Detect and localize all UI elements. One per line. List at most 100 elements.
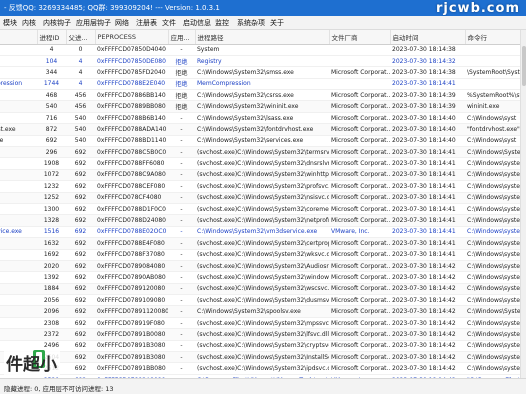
table-row[interactable]: exe20966920xFFFFCD07891120080-C:\Windows… bbox=[0, 305, 526, 318]
cell-vendor: Microsoft Corporat... bbox=[329, 180, 390, 193]
column-header-name[interactable] bbox=[0, 30, 38, 45]
column-header-start-time[interactable]: 启动时间 bbox=[390, 30, 466, 45]
cell-access: - bbox=[168, 237, 195, 250]
cell-access: 拒绝 bbox=[168, 78, 195, 91]
menu-item-monitor[interactable]: 监控 bbox=[215, 18, 229, 28]
table-row[interactable]: t.exe19086920xFFFFCD0788FF6080-(svchost.… bbox=[0, 157, 526, 170]
cell-pid: 468 bbox=[37, 89, 66, 102]
table-row[interactable]: dservice.exe15166920xFFFFCD0788E02OC0-C:… bbox=[0, 226, 526, 239]
cell-eprocess: 0xFFFFCD0788D24080 bbox=[95, 214, 168, 227]
cell-eprocess: 0xFFFFCD078CF4080 bbox=[95, 192, 168, 204]
table-row[interactable]: exe7165400xFFFFCD0788B6B140-C:\Windows\S… bbox=[0, 112, 526, 125]
cell-name: stry bbox=[0, 55, 37, 68]
table-row[interactable]: t.exe23086920xFFFFCD078919F080-(svchost.… bbox=[0, 317, 526, 330]
cell-vendor bbox=[329, 55, 390, 68]
menu-item-about[interactable]: 关于 bbox=[270, 18, 284, 28]
cell-vendor: Microsoft Corporat... bbox=[329, 237, 390, 250]
cell-eprocess: 0xFFFFCD0788F37080 bbox=[95, 249, 168, 261]
table-row[interactable]: t.exe13286920xFFFFCD0788D24080-(svchost.… bbox=[0, 214, 526, 227]
table-row[interactable]: t.exe16326920xFFFFCD0788E4F080-(svchost.… bbox=[0, 237, 526, 250]
column-header-vendor[interactable]: 文件厂商 bbox=[329, 30, 391, 45]
cell-pid: 2056 bbox=[37, 294, 66, 307]
table-row[interactable]: t.exe20566920xFFFFCD0789109080-(svchost.… bbox=[0, 294, 526, 307]
cell-ppid: 692 bbox=[66, 226, 95, 239]
table-row[interactable]: t.exe25126920xFFFFCD07891BB080-(svchost.… bbox=[0, 362, 526, 375]
cell-eprocess: 0xFFFFCD078919F080 bbox=[95, 317, 168, 330]
table-row[interactable]: t.exe12526920xFFFFCD078CF4080-(svchost.e… bbox=[0, 192, 526, 204]
cell-ppid: 692 bbox=[66, 351, 95, 364]
table-row[interactable]: t.exe13926920xFFFFCD07890AB080-(svchost.… bbox=[0, 271, 526, 284]
menu-item-file[interactable]: 文件 bbox=[162, 18, 176, 28]
cell-time: 2023-07-30 18:14:42 bbox=[390, 340, 465, 353]
table-row[interactable]: t.exe23726920xFFFFCD07891B0080-(svchost.… bbox=[0, 328, 526, 341]
cell-eprocess: 0xFFFFCD0788BD1140 bbox=[95, 135, 168, 148]
table-row[interactable]: 4 0 0xFFFFCD07850D4040- System 2023-07-30 18… bbox=[0, 44, 526, 56]
column-header-access[interactable]: 应用... bbox=[168, 30, 196, 45]
menu-item-registry[interactable]: 注册表 bbox=[136, 18, 157, 28]
menu-item-modules[interactable]: 模块 bbox=[3, 18, 17, 28]
cell-ppid: 456 bbox=[66, 89, 95, 102]
table-row[interactable]: t.exe18846920xFFFFCD0789120080-(svchost.… bbox=[0, 283, 526, 296]
column-header-pid[interactable]: 进程ID bbox=[37, 30, 67, 45]
cell-name: t.exe bbox=[0, 192, 37, 204]
table-row[interactable]: compression174440xFFFFCD0788E2E040拒绝MemC… bbox=[0, 78, 526, 91]
cell-name: t.exe bbox=[0, 317, 37, 330]
cell-vendor: Microsoft Corporat... bbox=[329, 146, 390, 159]
menu-item-startup[interactable]: 启动信息 bbox=[183, 18, 211, 28]
cell-pid: 1516 bbox=[37, 226, 66, 239]
table-row[interactable]: stry10440xFFFFCD07850DE080拒绝Registry 2023… bbox=[0, 55, 526, 68]
cell-time: 2023-07-30 18:14:42 bbox=[390, 362, 465, 375]
column-header-cmdline[interactable]: 命令行 bbox=[465, 30, 526, 45]
cell-name: rvhost.exe bbox=[0, 123, 37, 136]
column-header-ppid[interactable]: 父进... bbox=[66, 30, 96, 45]
table-row[interactable]: t.exe25046920xFFFFCD07891B3080-(svchost.… bbox=[0, 351, 526, 364]
menu-item-kernel[interactable]: 内核 bbox=[22, 18, 36, 28]
cell-cmd: C:\Windows\syste bbox=[465, 362, 526, 375]
table-row[interactable]: t.exe10726920xFFFFCD0788C9A080-(svchost.… bbox=[0, 169, 526, 182]
cell-eprocess: 0xFFFFCD07850D4040 bbox=[95, 44, 168, 56]
cell-pid: 104 bbox=[37, 55, 66, 68]
cell-cmd bbox=[465, 44, 526, 56]
table-row[interactable]: t.exe2966920xFFFFCD0788C5B0C0-(svchost.e… bbox=[0, 146, 526, 159]
cell-time: 2023-07-30 18:14:40 bbox=[390, 123, 465, 136]
cell-vendor: Microsoft Corporat... bbox=[329, 271, 390, 284]
table-row[interactable]: s.exe4684560xFFFFCD07886BB140拒绝C:\Window… bbox=[0, 89, 526, 102]
scrollbar-thumb[interactable] bbox=[522, 46, 526, 86]
cell-vendor: Microsoft Corporat... bbox=[329, 305, 390, 318]
menu-item-network[interactable]: 网络 bbox=[115, 18, 129, 28]
cell-time: 2023-07-30 18:14:39 bbox=[390, 100, 465, 113]
cell-name: t.exe bbox=[0, 283, 37, 296]
table-row[interactable]: t.exe13006920xFFFFCD0788D1F0C0-(svchost.… bbox=[0, 203, 526, 216]
cell-pid: 716 bbox=[37, 112, 66, 125]
cell-time: 2023-07-30 18:14:41 bbox=[390, 192, 465, 204]
cell-path: (svchost.exe)C:\Windows\System32\termsrv… bbox=[195, 146, 329, 159]
table-row[interactable]: t.exe24966920xFFFFCD07891B3080-(svchost.… bbox=[0, 340, 526, 353]
table-row[interactable]: t.exe16926920xFFFFCD0788F37080-(svchost.… bbox=[0, 249, 526, 261]
cell-cmd: C:\Windows\syste bbox=[465, 157, 526, 170]
cell-access: - bbox=[168, 294, 195, 307]
table-row[interactable]: rvhost.exe8725400xFFFFCD0788ADA140-C:\Wi… bbox=[0, 123, 526, 136]
cell-ppid: 692 bbox=[66, 146, 95, 159]
menu-item-app-hooks[interactable]: 应用层钩子 bbox=[76, 18, 111, 28]
table-row[interactable]: t.exe5404560xFFFFCD07889BB080拒绝C:\Window… bbox=[0, 100, 526, 113]
cell-name: t.exe bbox=[0, 180, 37, 193]
menu-item-kernel-hooks[interactable]: 内核钩子 bbox=[43, 18, 71, 28]
cell-time: 2023-07-30 18:14:41 bbox=[390, 180, 465, 193]
cell-vendor: Microsoft Corporat... bbox=[329, 135, 390, 148]
cell-vendor: Microsoft Corporat... bbox=[329, 169, 390, 182]
cell-access: - bbox=[168, 146, 195, 159]
cell-cmd bbox=[465, 55, 526, 68]
table-row[interactable]: t.exe20206920xFFFFCD0789084080-(svchost.… bbox=[0, 260, 526, 273]
table-row[interactable]: exe34440xFFFFCD0785FD2040拒绝C:\Windows\Sy… bbox=[0, 66, 526, 79]
cell-access: - bbox=[168, 362, 195, 375]
table-row[interactable]: t.exe12326920xFFFFCD0788CEF080-(svchost.… bbox=[0, 180, 526, 193]
vertical-scrollbar[interactable] bbox=[520, 30, 526, 378]
cell-eprocess: 0xFFFFCD07889BB080 bbox=[95, 100, 168, 113]
cell-pid: 1328 bbox=[37, 214, 66, 227]
cell-time: 2023-07-30 18:14:42 bbox=[390, 328, 465, 341]
menu-item-system-misc[interactable]: 系统杂项 bbox=[237, 18, 265, 28]
table-row[interactable]: es.exe6925400xFFFFCD0788BD1140-C:\Window… bbox=[0, 135, 526, 148]
cell-access: - bbox=[168, 123, 195, 136]
column-header-path[interactable]: 进程路径 bbox=[195, 30, 330, 45]
column-header-eprocess[interactable]: PEPROCESS bbox=[95, 30, 169, 45]
